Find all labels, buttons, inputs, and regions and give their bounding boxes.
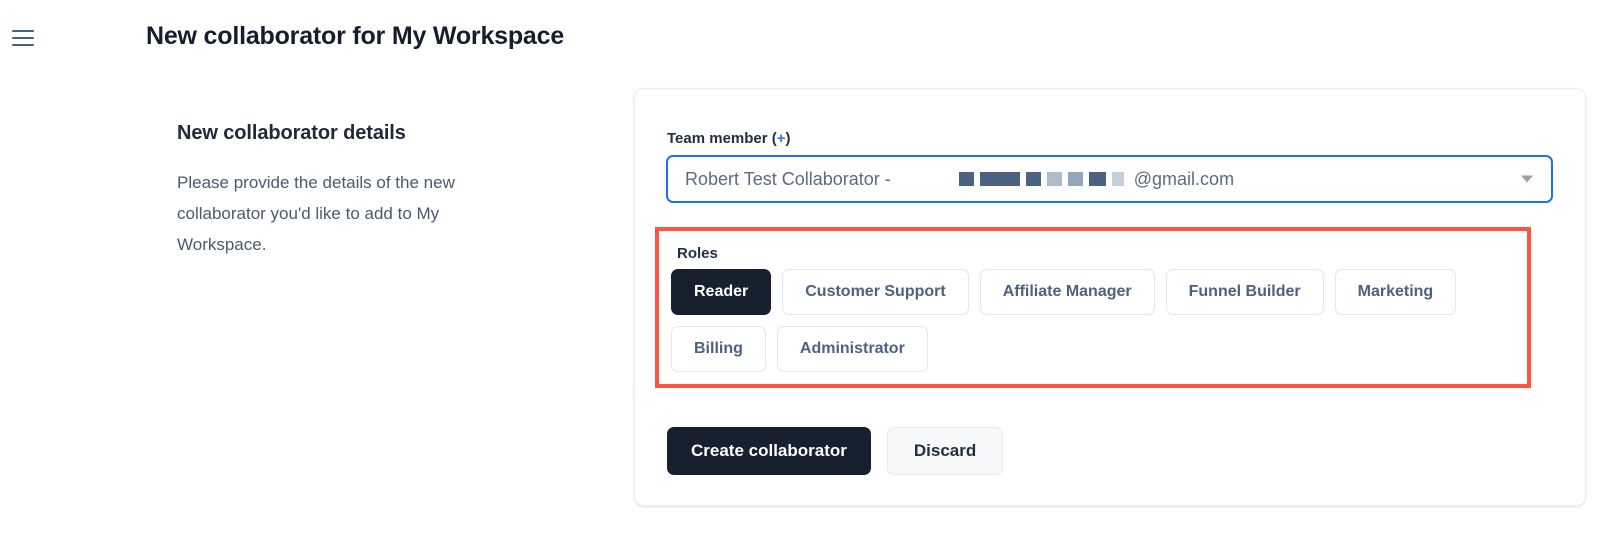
page-title: New collaborator for My Workspace bbox=[146, 22, 565, 50]
hamburger-line bbox=[12, 44, 34, 46]
role-button-funnel-builder[interactable]: Funnel Builder bbox=[1165, 269, 1324, 315]
redaction-block bbox=[1046, 172, 1062, 186]
hamburger-line bbox=[12, 37, 34, 39]
redaction-block bbox=[1088, 172, 1106, 186]
redaction-block bbox=[979, 172, 1020, 186]
plus-icon: + bbox=[776, 130, 786, 147]
redaction-block bbox=[938, 172, 953, 186]
roles-row: Reader Customer Support Affiliate Manager F… bbox=[671, 269, 1521, 315]
app-header: New collaborator for My Workspace bbox=[0, 0, 1600, 78]
role-button-customer-support[interactable]: Customer Support bbox=[782, 269, 969, 315]
role-button-billing[interactable]: Billing bbox=[671, 326, 766, 372]
role-button-reader[interactable]: Reader bbox=[671, 269, 772, 315]
redaction-block bbox=[1067, 172, 1083, 186]
role-button-administrator[interactable]: Administrator bbox=[776, 326, 928, 372]
create-collaborator-button[interactable]: Create collaborator bbox=[667, 427, 871, 475]
form-actions: Create collaborator Discard bbox=[667, 427, 1004, 475]
discard-button[interactable]: Discard bbox=[886, 427, 1004, 475]
new-collaborator-card: Team member (+) Robert Test Collaborator… bbox=[634, 88, 1586, 506]
email-domain-text: @gmail.com bbox=[1133, 168, 1235, 189]
team-member-select[interactable]: Robert Test Collaborator - @gmail.com bbox=[666, 155, 1553, 203]
hamburger-menu-icon[interactable] bbox=[10, 26, 36, 50]
redaction-block bbox=[1111, 172, 1124, 186]
add-team-member-link[interactable]: (+) bbox=[772, 130, 791, 147]
details-description-panel: New collaborator details Please provide … bbox=[177, 122, 517, 260]
team-member-label-text: Team member bbox=[667, 130, 768, 147]
team-member-label: Team member (+) bbox=[667, 130, 791, 147]
details-body-text: Please provide the details of the new co… bbox=[177, 173, 455, 254]
role-button-affiliate-manager[interactable]: Affiliate Manager bbox=[979, 269, 1155, 315]
roles-label: Roles bbox=[677, 245, 718, 262]
hamburger-line bbox=[12, 30, 34, 32]
role-button-marketing[interactable]: Marketing bbox=[1334, 269, 1457, 315]
roles-button-group: Reader Customer Support Affiliate Manager F… bbox=[671, 269, 1521, 383]
redacted-email-blocks bbox=[938, 170, 1130, 188]
redaction-block bbox=[958, 172, 974, 186]
roles-section-highlight: Roles Reader Customer Support Affiliate Ma… bbox=[655, 227, 1531, 388]
chevron-down-icon[interactable] bbox=[1521, 175, 1533, 183]
paren-close: ) bbox=[785, 130, 791, 147]
page-root: New collaborator for My Workspace New co… bbox=[0, 0, 1600, 556]
details-heading: New collaborator details bbox=[177, 122, 406, 144]
redaction-block bbox=[1025, 172, 1041, 186]
team-member-selected-value: Robert Test Collaborator - bbox=[685, 168, 891, 189]
roles-row: Billing Administrator bbox=[671, 326, 1521, 372]
